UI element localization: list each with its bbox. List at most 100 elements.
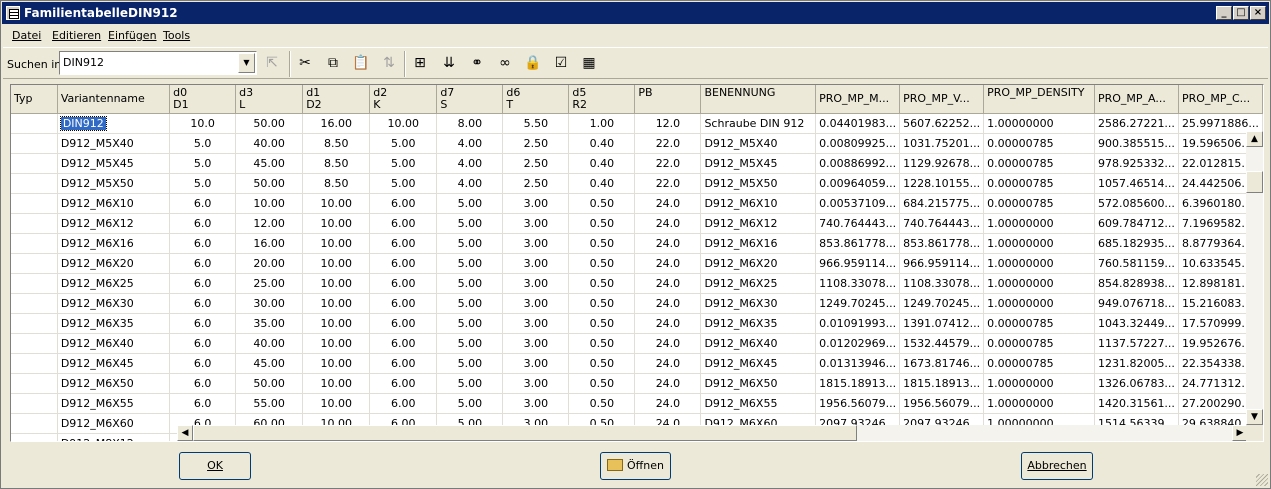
table-cell[interactable]: 1532.44579... xyxy=(899,333,985,354)
table-cell[interactable]: 966.959114... xyxy=(899,253,985,274)
table-cell[interactable]: 6.00 xyxy=(369,253,438,274)
table-cell[interactable]: D912_M6X45 xyxy=(57,353,171,374)
table-cell[interactable]: 1129.92678... xyxy=(899,153,985,174)
column-header[interactable]: Variantenname xyxy=(57,85,171,114)
table-icon[interactable]: ▦ xyxy=(577,52,601,74)
table-cell[interactable]: D912_M6X10 xyxy=(700,193,817,214)
table-cell[interactable]: 24.0 xyxy=(634,273,702,294)
table-cell[interactable]: 853.861778... xyxy=(815,233,901,254)
table-cell[interactable]: 6.00 xyxy=(369,193,438,214)
cancel-button[interactable]: Abbrechen xyxy=(1021,452,1093,480)
table-row[interactable]: D912_M6X50 6.0 50.00 10.00 6.00 5.00 3.00 0.50 2… xyxy=(11,373,1263,394)
table-cell[interactable]: DIN912 xyxy=(57,113,171,134)
table-cell[interactable]: 24.0 xyxy=(634,253,702,274)
table-cell[interactable]: 0.50 xyxy=(568,393,636,414)
table-cell[interactable]: 4.00 xyxy=(436,173,504,194)
table-cell[interactable]: 0.00000785 xyxy=(983,153,1095,174)
glasses-icon[interactable]: ∞ xyxy=(493,52,517,74)
horizontal-scrollbar[interactable]: ◀ ▶ xyxy=(177,425,1263,441)
table-cell[interactable]: 3.00 xyxy=(502,393,570,414)
table-cell[interactable]: 12.0 xyxy=(634,113,702,134)
table-cell[interactable]: 0.50 xyxy=(568,293,636,314)
menu-datei[interactable]: Datei xyxy=(12,29,41,42)
table-cell[interactable]: 10.00 xyxy=(302,373,371,394)
table-cell[interactable] xyxy=(11,113,58,134)
table-cell[interactable]: D912_M6X25 xyxy=(700,273,817,294)
table-cell[interactable]: 0.50 xyxy=(568,253,636,274)
table-cell[interactable]: 3.00 xyxy=(502,313,570,334)
column-header[interactable]: PRO_MP_A... xyxy=(1094,85,1179,114)
table-cell[interactable]: 0.01202969... xyxy=(815,333,901,354)
table-row[interactable]: D912_M5X45 5.0 45.00 8.50 5.00 4.00 2.50 0.40 22… xyxy=(11,153,1263,174)
table-cell[interactable]: 24.0 xyxy=(634,193,702,214)
table-row[interactable]: D912_M6X10 6.0 10.00 10.00 6.00 5.00 3.00 0.50 2… xyxy=(11,193,1263,214)
table-cell[interactable]: 2.50 xyxy=(502,153,570,174)
table-cell[interactable]: 20.00 xyxy=(235,253,304,274)
table-cell[interactable]: 5.00 xyxy=(436,333,504,354)
table-cell[interactable]: 1043.32449... xyxy=(1094,313,1179,334)
table-cell[interactable]: D912_M5X50 xyxy=(700,173,817,194)
table-cell[interactable]: 6.00 xyxy=(369,393,438,414)
table-row[interactable]: D912_M5X50 5.0 50.00 8.50 5.00 4.00 2.50 0.40 22… xyxy=(11,173,1263,194)
table-cell[interactable]: 50.00 xyxy=(235,373,304,394)
table-cell[interactable]: 50.00 xyxy=(235,173,304,194)
table-cell[interactable]: 6.0 xyxy=(169,393,237,414)
table-row[interactable]: D912_M6X12 6.0 12.00 10.00 6.00 5.00 3.00 0.50 2… xyxy=(11,213,1263,234)
table-cell[interactable]: 6.00 xyxy=(369,373,438,394)
table-cell[interactable]: D912_M6X10 xyxy=(57,193,171,214)
table-cell[interactable]: 2.50 xyxy=(502,173,570,194)
table-cell[interactable]: 0.50 xyxy=(568,193,636,214)
table-cell[interactable]: 10.00 xyxy=(302,233,371,254)
table-cell[interactable]: D912_M6X30 xyxy=(57,293,171,314)
tree-icon[interactable]: ⊞ xyxy=(408,52,432,74)
table-cell[interactable]: 572.085600... xyxy=(1094,193,1179,214)
table-cell[interactable]: 1108.33078... xyxy=(815,273,901,294)
menu-tools[interactable]: Tools xyxy=(163,29,190,42)
column-header[interactable]: d7 S xyxy=(436,85,504,114)
table-cell[interactable]: 685.182935... xyxy=(1094,233,1179,254)
table-cell[interactable]: 0.50 xyxy=(568,213,636,234)
table-cell[interactable]: 3.00 xyxy=(502,333,570,354)
table-cell[interactable]: D912_M6X55 xyxy=(700,393,817,414)
vertical-scrollbar[interactable]: ▲ ▼ xyxy=(1246,131,1263,425)
chevron-down-icon[interactable]: ▼ xyxy=(238,53,255,73)
table-row[interactable]: D912_M6X30 6.0 30.00 10.00 6.00 5.00 3.00 0.50 2… xyxy=(11,293,1263,314)
column-header[interactable]: d3 L xyxy=(235,85,304,114)
table-cell[interactable]: 1249.70245... xyxy=(815,293,901,314)
table-cell[interactable]: 1.00 xyxy=(568,113,636,134)
table-cell[interactable]: 0.40 xyxy=(568,133,636,154)
table-cell[interactable]: 3.00 xyxy=(502,193,570,214)
column-header[interactable]: d6 T xyxy=(502,85,570,114)
table-cell[interactable]: 949.076718... xyxy=(1094,293,1179,314)
table-cell[interactable]: 1815.18913... xyxy=(899,373,985,394)
table-cell[interactable]: 5.00 xyxy=(436,273,504,294)
table-cell[interactable]: 16.00 xyxy=(302,113,371,134)
table-row[interactable]: D912_M6X25 6.0 25.00 10.00 6.00 5.00 3.00 0.50 2… xyxy=(11,273,1263,294)
column-header[interactable]: PRO_MP_C... xyxy=(1178,85,1263,114)
table-cell[interactable]: 0.00964059... xyxy=(815,173,901,194)
table-cell[interactable]: 740.764443... xyxy=(899,213,985,234)
table-cell[interactable]: D912_M6X35 xyxy=(57,313,171,334)
table-cell[interactable]: 6.00 xyxy=(369,333,438,354)
table-row[interactable]: D912_M6X35 6.0 35.00 10.00 6.00 5.00 3.00 0.50 2… xyxy=(11,313,1263,334)
table-cell[interactable]: 4.00 xyxy=(436,133,504,154)
table-cell[interactable]: 6.0 xyxy=(169,253,237,274)
table-cell[interactable]: 0.40 xyxy=(568,173,636,194)
table-cell[interactable]: 1.00000000 xyxy=(983,213,1095,234)
table-cell[interactable]: 1673.81746... xyxy=(899,353,985,374)
table-cell[interactable] xyxy=(11,213,58,234)
search-combobox[interactable]: DIN912 ▼ xyxy=(59,51,257,75)
table-cell[interactable]: D912_M6X50 xyxy=(57,373,171,394)
table-cell[interactable]: 6.0 xyxy=(169,313,237,334)
table-cell[interactable]: 30.00 xyxy=(235,293,304,314)
table-row[interactable]: DIN912 10.0 50.00 16.00 10.00 8.00 5.50 1.00 12.… xyxy=(11,113,1263,134)
table-cell[interactable]: 5.50 xyxy=(502,113,570,134)
table-cell[interactable]: 5.00 xyxy=(436,253,504,274)
menu-einfuegen[interactable]: Einfügen xyxy=(108,29,157,42)
table-cell[interactable]: 6.0 xyxy=(169,233,237,254)
table-cell[interactable]: 966.959114... xyxy=(815,253,901,274)
table-cell[interactable]: D912_M6X25 xyxy=(57,273,171,294)
table-cell[interactable]: 55.00 xyxy=(235,393,304,414)
maximize-button[interactable]: □ xyxy=(1233,6,1249,20)
table-cell[interactable]: 1057.46514... xyxy=(1094,173,1179,194)
